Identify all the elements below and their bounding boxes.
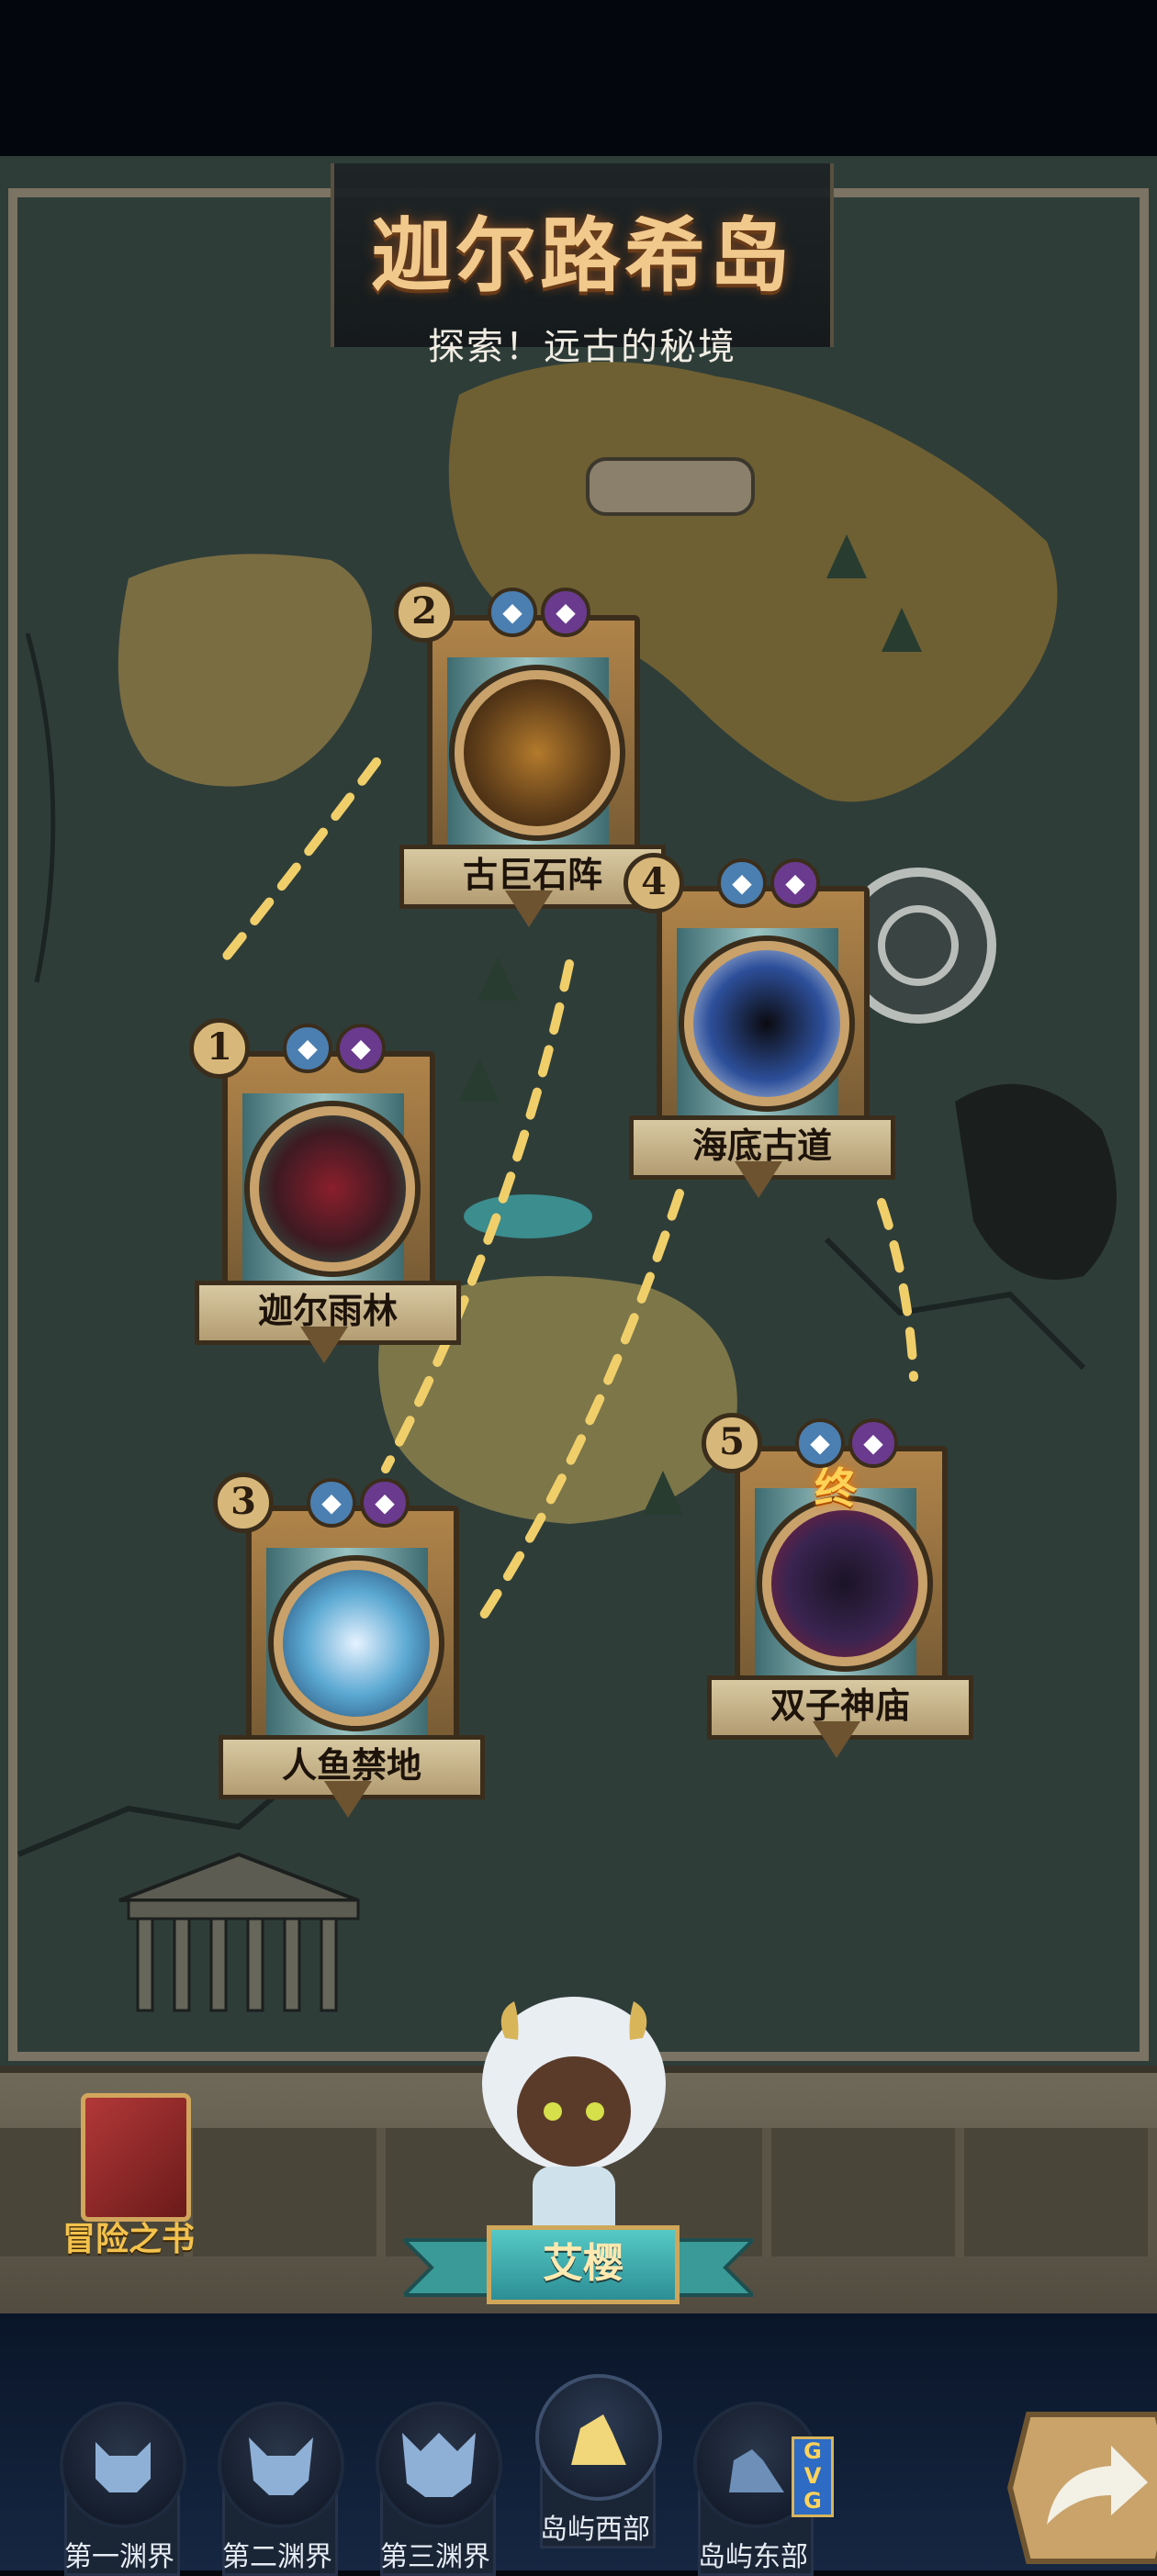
island-map xyxy=(0,156,1157,2066)
adventure-book-label: 冒险之书 xyxy=(62,2221,195,2258)
boss-portrait xyxy=(684,941,849,1106)
stage-number: 1 xyxy=(189,1018,250,1079)
demon-mask-icon xyxy=(218,2402,344,2528)
top-bar xyxy=(0,0,1157,156)
banner-tip xyxy=(813,1721,860,1758)
blue-demon-icon: ◆ xyxy=(795,1418,845,1468)
map-terrain xyxy=(0,156,1157,2066)
blue-demon-icon: ◆ xyxy=(488,588,537,637)
banner-tip xyxy=(505,890,553,927)
horned-demon-icon xyxy=(376,2402,502,2528)
nav-island-west[interactable]: 岛屿西部 xyxy=(531,2374,662,2548)
map-title: 迦尔路希岛 xyxy=(370,207,793,303)
character-avatar[interactable] xyxy=(468,1983,680,2258)
purple-demon-icon: ◆ xyxy=(360,1478,410,1528)
character-name-ribbon: 艾樱 xyxy=(404,2222,753,2304)
stage-node-4[interactable]: 海底古道 4 ◆ ◆ xyxy=(623,853,895,1244)
purple-demon-icon: ◆ xyxy=(336,1024,386,1073)
nav-label: 岛屿西部 xyxy=(540,2514,650,2546)
nav-island-east[interactable]: GVG 岛屿东部 xyxy=(689,2402,834,2576)
stage-number: 4 xyxy=(623,853,684,913)
nav-label: 岛屿东部 xyxy=(698,2541,808,2573)
nav-second-abyss[interactable]: 第二渊界 xyxy=(213,2402,344,2576)
book-icon xyxy=(81,2093,191,2222)
map-subtitle: 探索！远古的秘境 xyxy=(428,326,736,368)
boss-portrait xyxy=(250,1106,415,1271)
banner-tip xyxy=(324,1781,372,1818)
stage-number: 3 xyxy=(213,1473,274,1533)
next-arrow-button[interactable] xyxy=(992,2405,1157,2570)
stage-number: 5 xyxy=(702,1413,762,1473)
nav-label: 第三渊界 xyxy=(380,2541,490,2573)
stage-node-3[interactable]: 人鱼禁地 3 ◆ ◆ xyxy=(213,1473,485,1864)
stage-number: 2 xyxy=(394,582,455,643)
banner-tip xyxy=(300,1327,348,1363)
stage-node-1[interactable]: 迦尔雨林 1 ◆ ◆ xyxy=(189,1018,461,1409)
blue-demon-icon: ◆ xyxy=(307,1478,356,1528)
nav-label: 第一渊界 xyxy=(64,2541,174,2573)
stage-node-5[interactable]: 终 双子神庙 5 ◆ ◆ xyxy=(702,1413,973,1804)
nav-first-abyss[interactable]: 第一渊界 xyxy=(55,2402,186,2576)
title-plate: 迦尔路希岛 探索！远古的秘境 xyxy=(331,163,834,368)
blue-demon-icon: ◆ xyxy=(717,858,767,908)
demon-mask-icon xyxy=(60,2402,186,2528)
banner-tip xyxy=(735,1161,782,1198)
nav-label: 第二渊界 xyxy=(222,2541,332,2573)
boss-portrait xyxy=(274,1561,439,1726)
blue-demon-icon: ◆ xyxy=(283,1024,332,1073)
purple-demon-icon: ◆ xyxy=(541,588,590,637)
gvg-badge: GVG xyxy=(792,2436,834,2517)
purple-demon-icon: ◆ xyxy=(770,858,820,908)
purple-demon-icon: ◆ xyxy=(848,1418,898,1468)
boss-portrait xyxy=(455,670,620,835)
final-stage-mark: 终 xyxy=(814,1463,857,1513)
boss-portrait xyxy=(762,1501,927,1666)
character-name: 艾樱 xyxy=(487,2225,680,2304)
adventure-book-button[interactable]: 冒险之书 xyxy=(55,2093,202,2258)
stage-node-2[interactable]: 古巨石阵 2 ◆ ◆ xyxy=(394,582,666,973)
nav-third-abyss[interactable]: 第三渊界 xyxy=(371,2402,502,2576)
island-west-icon xyxy=(535,2374,662,2501)
